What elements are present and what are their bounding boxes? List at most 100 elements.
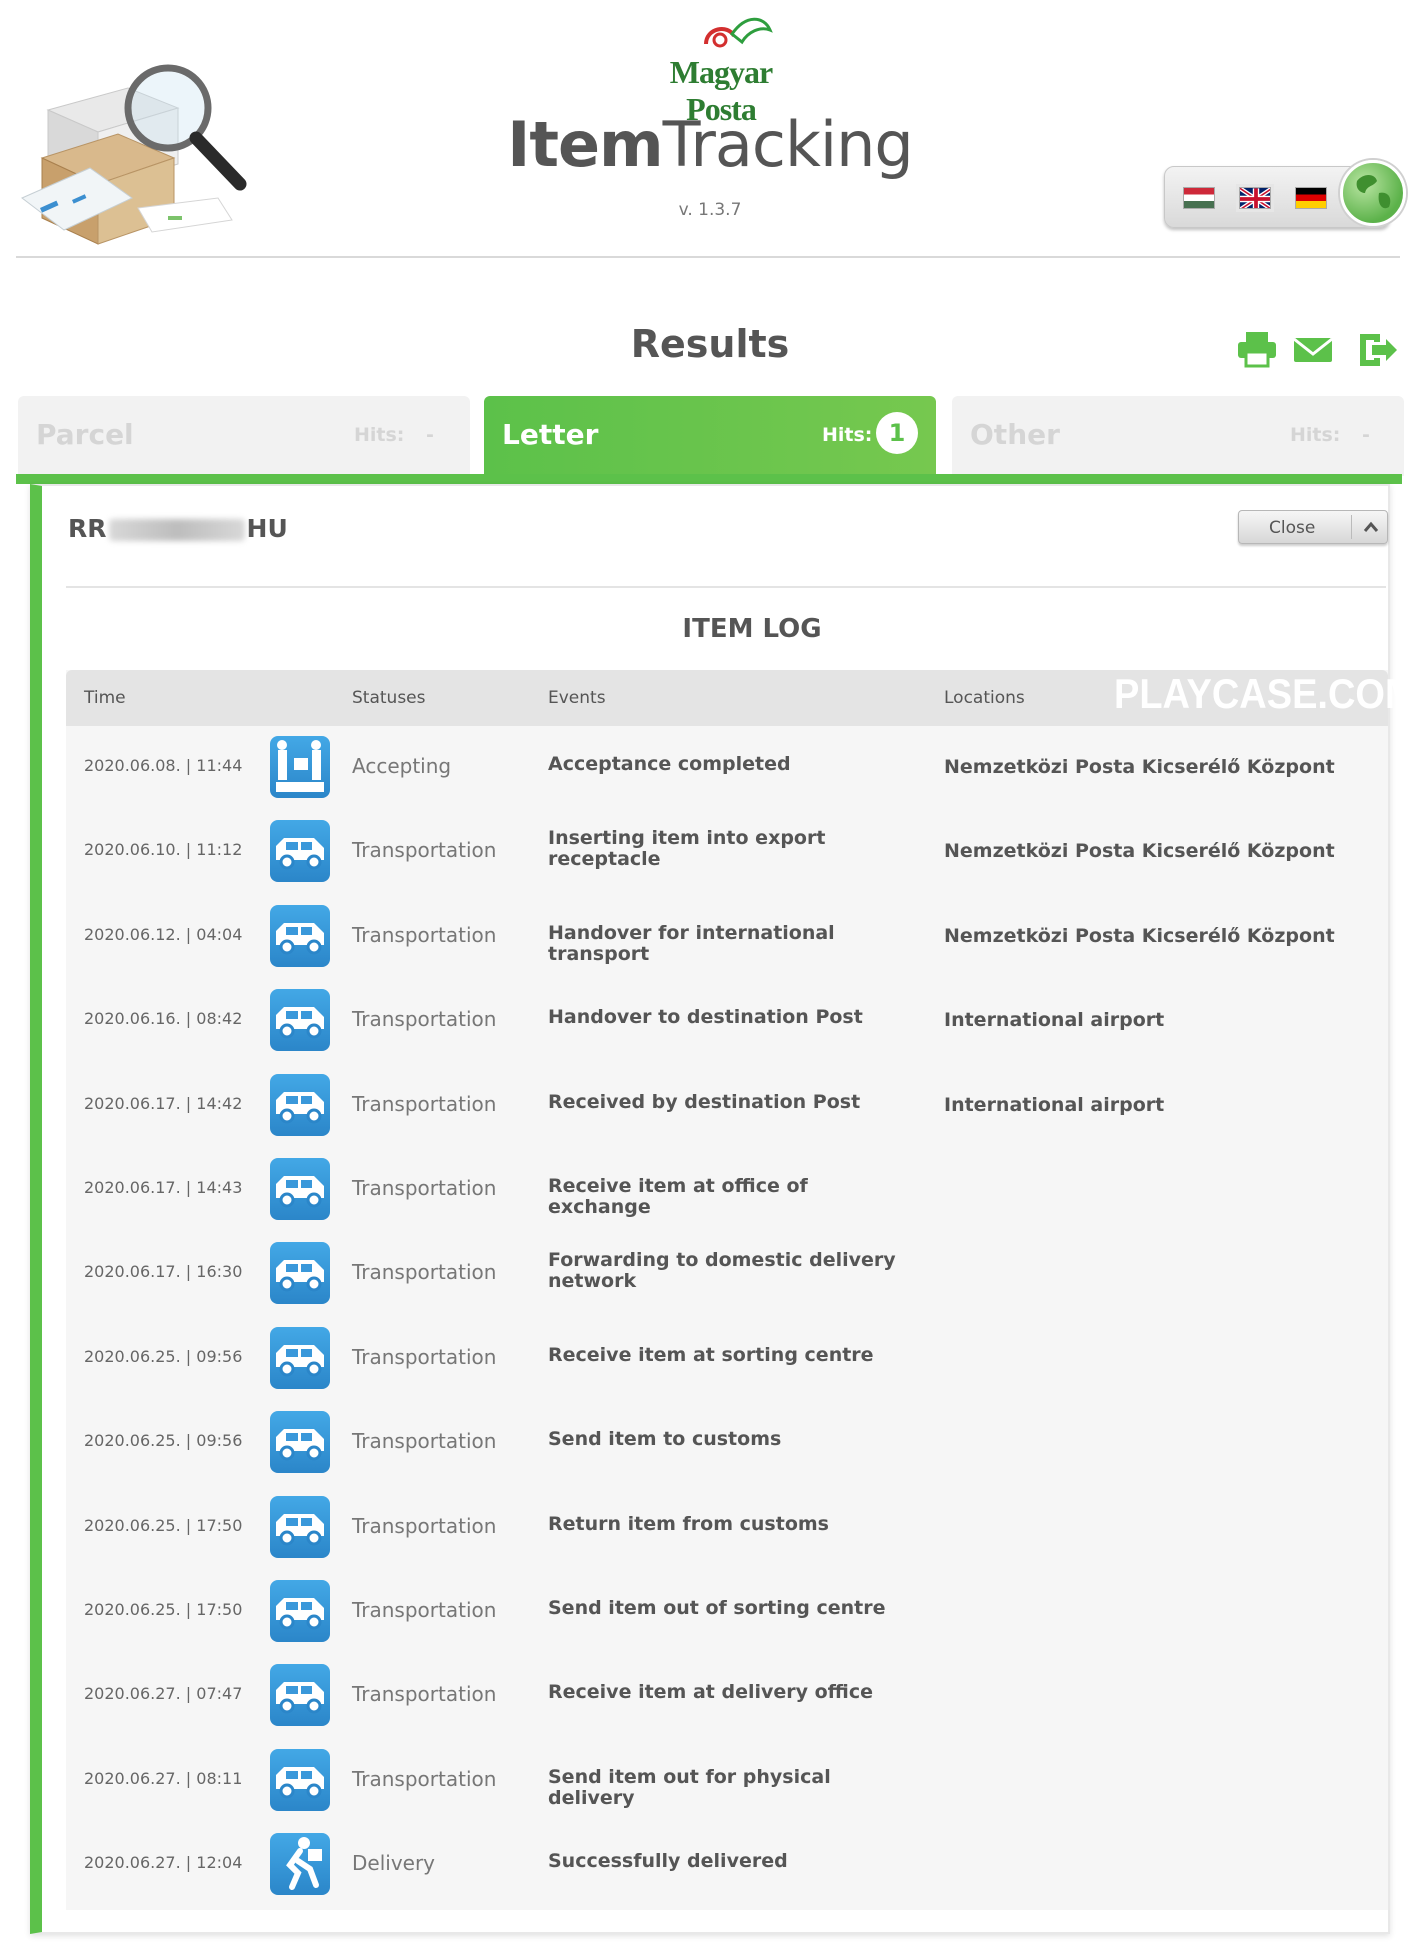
- van-icon: [270, 1326, 330, 1389]
- german-flag-icon[interactable]: [1295, 187, 1327, 209]
- tab-parcel[interactable]: Parcel Hits: -: [18, 396, 470, 476]
- accepting-icon: [270, 736, 330, 798]
- row-time: 2020.06.12. | 04:04: [84, 924, 243, 944]
- row-time: 2020.06.16. | 08:42: [84, 1009, 243, 1029]
- magyar-posta-logo[interactable]: Magyar Posta: [636, 10, 806, 127]
- app-version: v. 1.3.7: [678, 200, 742, 220]
- table-row: 2020.06.27. | 12:04 Delivery Successfully …: [66, 1823, 1388, 1907]
- row-status: Transportation: [352, 1260, 497, 1285]
- table-row: 2020.06.08. | 11:44 Accepting Acceptance c…: [66, 726, 1388, 810]
- row-event: Forwarding to domestic delivery network: [548, 1249, 896, 1293]
- app-title-bold: Item: [507, 108, 663, 181]
- row-status: Transportation: [352, 1429, 497, 1454]
- tab-hits-count: -: [1362, 424, 1370, 446]
- row-status: Transportation: [352, 1007, 497, 1032]
- row-time: 2020.06.10. | 11:12: [84, 840, 243, 860]
- row-event: Handover to destination Post: [548, 1006, 863, 1029]
- row-status: Transportation: [352, 1682, 497, 1707]
- tracking-number: RR HU: [68, 514, 288, 543]
- item-log-title: ITEM LOG: [682, 614, 822, 644]
- tracking-number-prefix: RR: [68, 514, 107, 543]
- row-status: Transportation: [352, 1091, 497, 1116]
- row-status: Accepting: [352, 754, 452, 778]
- tab-letter[interactable]: Letter Hits: 1: [484, 396, 936, 476]
- row-event: Acceptance completed: [548, 753, 791, 775]
- parcels-magnifier-illustration: [21, 64, 247, 245]
- row-time: 2020.06.17. | 14:43: [84, 1178, 243, 1197]
- row-status: Transportation: [352, 1344, 497, 1369]
- tab-hits-count-badge: 1: [876, 412, 918, 454]
- row-time: 2020.06.25. | 17:50: [84, 1600, 243, 1619]
- union-jack-graphic: [1240, 188, 1270, 208]
- table-row: 2020.06.10. | 11:12 Transportation Inserti…: [66, 810, 1388, 894]
- tab-label: Other: [970, 418, 1060, 451]
- van-icon: [270, 1158, 330, 1220]
- van-icon: [270, 1664, 330, 1727]
- van-icon: [270, 1073, 330, 1136]
- row-status: Transportation: [352, 922, 497, 947]
- close-button[interactable]: Close: [1238, 510, 1388, 544]
- van-icon: [270, 989, 330, 1052]
- van-icon: [270, 820, 330, 883]
- row-event: Send item out for physical delivery: [548, 1765, 831, 1809]
- row-event: Send item to customs: [548, 1428, 782, 1451]
- row-event: Send item out of sorting centre: [548, 1597, 886, 1619]
- tab-label: Parcel: [36, 418, 134, 451]
- van-icon: [270, 1411, 330, 1474]
- van-icon: [270, 1242, 330, 1305]
- van-icon: [270, 904, 330, 967]
- table-row: 2020.06.25. | 09:56 Transportation Receive…: [66, 1317, 1388, 1401]
- export-icon[interactable]: [1356, 330, 1398, 368]
- table-row: 2020.06.17. | 14:43 Transportation Receive…: [66, 1148, 1388, 1232]
- table-row: 2020.06.17. | 14:42 Transportation Receive…: [66, 1064, 1388, 1148]
- row-event: Receive item at office of exchange: [548, 1175, 808, 1218]
- print-icon[interactable]: [1236, 330, 1278, 368]
- row-status: Transportation: [352, 1513, 497, 1538]
- van-icon: [270, 1580, 330, 1642]
- tab-hits-label: Hits:: [1290, 424, 1341, 446]
- table-row: 2020.06.17. | 16:30 Transportation Forward…: [66, 1232, 1388, 1316]
- watermark: PLAYCASE.COM: [1114, 671, 1416, 719]
- courier-icon: [270, 1833, 330, 1896]
- tab-hits-label: Hits:: [822, 424, 873, 446]
- item-panel: RR HU Close ITEM LOG Time Statuses Events…: [30, 484, 1416, 1934]
- column-header-events: Events: [548, 688, 606, 708]
- row-time: 2020.06.17. | 14:42: [84, 1093, 243, 1113]
- globe-icon[interactable]: [1340, 160, 1406, 226]
- row-event: Return item from customs: [548, 1512, 829, 1535]
- row-status: Transportation: [352, 1766, 497, 1791]
- table-row: 2020.06.12. | 04:04 Transportation Handove…: [66, 895, 1388, 979]
- row-location: International airport: [944, 1093, 1165, 1116]
- column-header-locations: Locations: [944, 688, 1025, 708]
- tab-other[interactable]: Other Hits: -: [952, 396, 1404, 476]
- row-time: 2020.06.27. | 12:04: [84, 1853, 243, 1873]
- row-status: Transportation: [352, 1598, 497, 1622]
- header-divider: [16, 256, 1400, 258]
- row-event: Receive item at sorting centre: [548, 1343, 874, 1366]
- row-location: Nemzetközi Posta Kicserélő Központ: [944, 756, 1335, 778]
- column-header-statuses: Statuses: [352, 688, 426, 708]
- row-event: Successfully delivered: [548, 1850, 788, 1873]
- english-flag-icon[interactable]: [1236, 184, 1274, 212]
- row-time: 2020.06.17. | 16:30: [84, 1262, 243, 1282]
- email-icon[interactable]: [1292, 330, 1334, 368]
- row-status: Transportation: [352, 838, 497, 863]
- app-title-light: Tracking: [662, 108, 914, 181]
- row-status: Delivery: [352, 1851, 436, 1876]
- page-header: Magyar Posta ItemTracking v. 1.3.7: [0, 0, 1416, 262]
- table-row: 2020.06.25. | 09:56 Transportation Send it…: [66, 1401, 1388, 1485]
- tracking-number-suffix: HU: [246, 514, 288, 543]
- tracking-number-redacted: [108, 519, 245, 541]
- row-event: Received by destination Post: [548, 1090, 861, 1113]
- van-icon: [270, 1748, 330, 1811]
- van-icon: [270, 1495, 330, 1558]
- tab-hits-count: -: [426, 424, 434, 446]
- globe-continents: [1356, 175, 1391, 209]
- hungarian-flag-icon[interactable]: [1183, 187, 1215, 209]
- table-row: 2020.06.25. | 17:50 Transportation Send it…: [66, 1570, 1388, 1654]
- row-location: Nemzetközi Posta Kicserélő Központ: [944, 840, 1335, 863]
- table-row: 2020.06.25. | 17:50 Transportation Return …: [66, 1486, 1388, 1570]
- row-time: 2020.06.27. | 08:11: [84, 1768, 243, 1788]
- row-event: Inserting item into export receptacle: [548, 827, 826, 871]
- row-time: 2020.06.25. | 09:56: [84, 1431, 243, 1451]
